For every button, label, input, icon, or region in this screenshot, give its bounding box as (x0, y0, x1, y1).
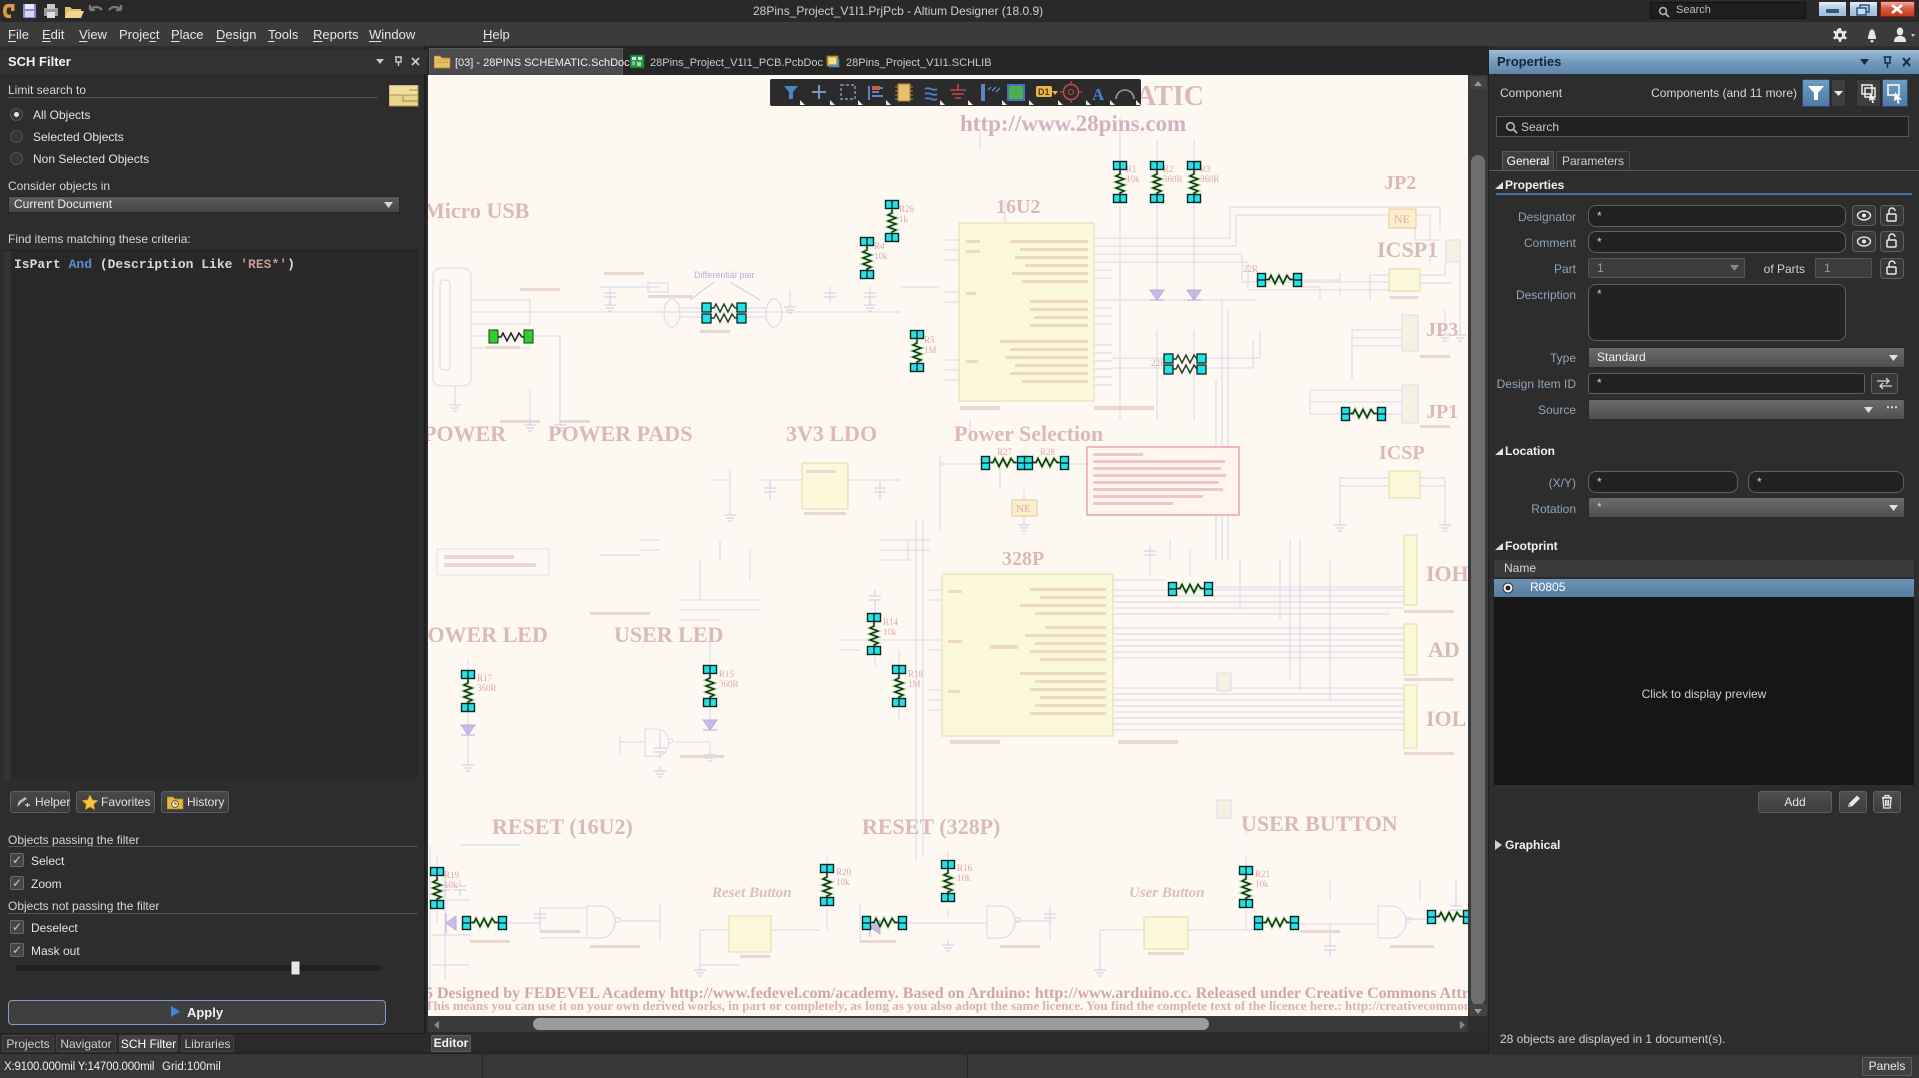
svg-text:http://www.28pins.com: http://www.28pins.com (960, 111, 1186, 136)
svg-text:R17: R17 (477, 673, 493, 683)
svg-text:360R: 360R (719, 679, 739, 689)
svg-text:NE: NE (1394, 212, 1410, 226)
svg-text:R2: R2 (1163, 164, 1174, 174)
svg-text:328P: 328P (1002, 548, 1044, 570)
svg-text:R26: R26 (899, 204, 915, 214)
svg-text:10k: 10k (444, 880, 458, 890)
svg-text:IOL: IOL (1426, 706, 1466, 731)
svg-text:JP2: JP2 (1384, 172, 1416, 194)
svg-text:Power Selection: Power Selection (954, 421, 1103, 446)
svg-text:ICSP1: ICSP1 (1377, 237, 1438, 262)
svg-text:1M: 1M (924, 345, 937, 355)
svg-text:This means you can use it on y: This means you can use it on your own de… (428, 998, 1468, 1013)
svg-text:JP1: JP1 (1426, 401, 1458, 423)
svg-text:D1: D1 (1038, 87, 1050, 97)
svg-text:10k: 10k (836, 877, 850, 887)
svg-text:JP3: JP3 (1426, 319, 1458, 341)
svg-text:User Button: User Button (1129, 885, 1204, 901)
svg-text:Differential pair: Differential pair (694, 270, 754, 280)
svg-text:10k: 10k (957, 873, 971, 883)
svg-text:POWER LED: POWER LED (428, 622, 548, 647)
svg-text:360R: 360R (1163, 174, 1183, 184)
svg-text:360R: 360R (1200, 174, 1220, 184)
svg-text:POWER PADS: POWER PADS (548, 421, 692, 446)
svg-text:USER LED: USER LED (614, 622, 723, 647)
svg-text:Micro USB: Micro USB (428, 198, 530, 223)
svg-text:R18: R18 (908, 669, 924, 679)
svg-text:R19: R19 (444, 870, 460, 880)
svg-text:16U2: 16U2 (996, 196, 1040, 218)
svg-text:ATIC: ATIC (1136, 81, 1204, 112)
svg-text:22R: 22R (1243, 264, 1258, 274)
svg-text:IOH: IOH (1426, 561, 1468, 586)
svg-text:R5: R5 (924, 335, 935, 345)
svg-text:R20: R20 (836, 867, 852, 877)
svg-text:R27: R27 (997, 447, 1013, 457)
svg-text:1M: 1M (908, 679, 921, 689)
svg-text:R1: R1 (1126, 164, 1137, 174)
svg-text:R3: R3 (1200, 164, 1211, 174)
svg-text:A: A (1092, 85, 1105, 104)
svg-text:10k: 10k (874, 251, 888, 261)
svg-text:NE: NE (1016, 503, 1031, 515)
svg-text:RESET (16U2): RESET (16U2) (492, 814, 633, 839)
svg-text:10k: 10k (883, 627, 897, 637)
svg-text:ICSP: ICSP (1379, 442, 1425, 464)
svg-text:RESET (328P): RESET (328P) (862, 814, 1000, 839)
svg-text:R16: R16 (957, 863, 973, 873)
svg-text:Reset Button: Reset Button (711, 885, 792, 901)
svg-text:R15: R15 (719, 669, 735, 679)
svg-text:R14: R14 (883, 617, 899, 627)
svg-text:AD: AD (1428, 637, 1460, 662)
svg-text:10k: 10k (1255, 879, 1269, 889)
svg-text:360R: 360R (477, 683, 497, 693)
svg-text:USER BUTTON: USER BUTTON (1241, 811, 1398, 836)
svg-text:POWER: POWER (428, 421, 507, 446)
svg-text:3V3 LDO: 3V3 LDO (786, 421, 877, 446)
svg-text:1k: 1k (899, 214, 909, 224)
svg-text:R21: R21 (1255, 869, 1270, 879)
svg-text:R4: R4 (874, 241, 885, 251)
svg-text:R28: R28 (1040, 447, 1056, 457)
